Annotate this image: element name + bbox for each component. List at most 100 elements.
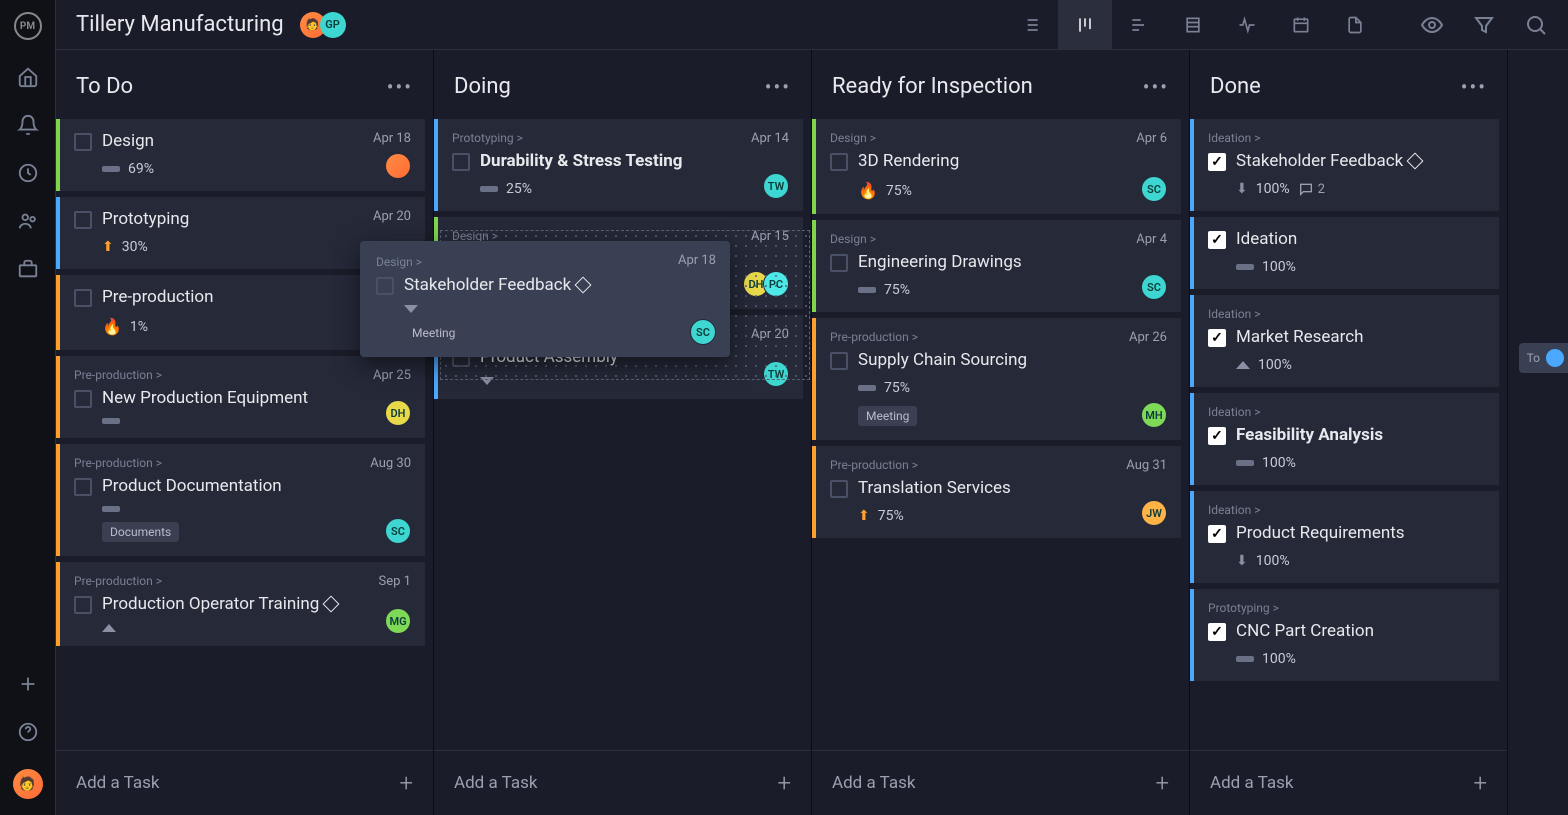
card-title: Supply Chain Sourcing [858, 350, 1027, 370]
add-task-button[interactable]: Add a Task + [56, 750, 433, 815]
task-card[interactable]: Pre-production > Supply Chain Sourcing A… [812, 318, 1181, 440]
card-checkbox[interactable] [830, 352, 848, 370]
card-title: Translation Services [858, 478, 1011, 498]
assignee-avatar[interactable]: JW [1141, 500, 1167, 526]
gantt-view-icon[interactable] [1112, 0, 1166, 50]
card-checkbox[interactable] [74, 211, 92, 229]
task-card[interactable]: Design > 3D Rendering Apr 6 🔥75% SC [812, 119, 1181, 214]
priority-flame-icon: 🔥 [102, 317, 122, 336]
card-breadcrumb: Pre-production > [74, 456, 411, 470]
card-checkbox[interactable] [1208, 329, 1226, 347]
task-card[interactable]: Design Apr 18 69% [56, 119, 425, 191]
card-checkbox[interactable] [74, 133, 92, 151]
column: To Do ••• Design Apr 18 69% Prototyping … [56, 50, 434, 815]
card-breadcrumb: Pre-production > [830, 458, 1167, 472]
card-breadcrumb: Pre-production > [830, 330, 1167, 344]
assignee-avatar[interactable]: MG [385, 608, 411, 634]
home-icon[interactable] [17, 66, 39, 88]
card-breadcrumb: Ideation > [1208, 503, 1485, 517]
priority-bar-icon [480, 186, 498, 192]
priority-up-icon: ⬆ [102, 239, 114, 255]
assignee-avatar[interactable]: SC [1141, 274, 1167, 300]
card-checkbox[interactable] [74, 289, 92, 307]
add-task-button[interactable]: Add a Task + [1190, 750, 1507, 815]
add-task-button[interactable]: Add a Task + [434, 750, 811, 815]
card-percent: 100% [1258, 357, 1292, 373]
card-title: Feasibility Analysis [1236, 425, 1383, 445]
file-view-icon[interactable] [1328, 0, 1382, 50]
side-drawer-tab[interactable]: To [1519, 343, 1568, 373]
left-sidebar: PM 🧑 [0, 0, 56, 815]
card-checkbox[interactable] [830, 153, 848, 171]
briefcase-icon[interactable] [17, 258, 39, 280]
list-view-icon[interactable] [1004, 0, 1058, 50]
assignee-avatar[interactable]: SC [1141, 176, 1167, 202]
card-checkbox[interactable] [1208, 525, 1226, 543]
task-card[interactable]: Pre-production > Production Operator Tra… [56, 562, 425, 646]
task-card[interactable]: Pre-production > Product Documentation A… [56, 444, 425, 556]
milestone-diamond-icon [1407, 152, 1424, 169]
filter-icon[interactable] [1472, 0, 1496, 50]
card-checkbox[interactable] [74, 596, 92, 614]
card-title: Stakeholder Feedback [404, 275, 589, 295]
board-view-icon[interactable] [1058, 0, 1112, 50]
activity-view-icon[interactable] [1220, 0, 1274, 50]
card-checkbox[interactable] [1208, 427, 1226, 445]
task-card[interactable]: Prototyping > CNC Part Creation 100% [1190, 589, 1499, 681]
help-icon[interactable] [17, 721, 39, 743]
card-date: Apr 6 [1136, 131, 1167, 146]
app-logo-icon[interactable]: PM [14, 12, 42, 40]
add-task-button[interactable]: Add a Task + [812, 750, 1189, 815]
clock-icon[interactable] [17, 162, 39, 184]
task-card[interactable]: Ideation > Market Research 100% [1190, 295, 1499, 387]
add-task-label: Add a Task [454, 773, 537, 793]
assignee-avatar[interactable]: MH [1141, 402, 1167, 428]
column: Doing ••• Prototyping > Durability & Str… [434, 50, 812, 815]
column-menu-icon[interactable]: ••• [765, 75, 791, 99]
assignee-avatar[interactable]: TW [763, 173, 789, 199]
card-checkbox[interactable] [1208, 623, 1226, 641]
calendar-view-icon[interactable] [1274, 0, 1328, 50]
add-task-label: Add a Task [76, 773, 159, 793]
assignee-avatar[interactable]: SC [690, 319, 716, 345]
bell-icon[interactable] [17, 114, 39, 136]
card-checkbox[interactable] [1208, 153, 1226, 171]
task-card[interactable]: Pre-production > New Production Equipmen… [56, 356, 425, 438]
card-checkbox[interactable] [452, 153, 470, 171]
task-card[interactable]: Prototyping > Durability & Stress Testin… [434, 119, 803, 211]
assignee-avatar[interactable]: SC [385, 518, 411, 544]
profile-avatar[interactable]: 🧑 [13, 769, 43, 799]
card-date: Apr 14 [751, 131, 789, 146]
task-card[interactable]: Ideation > Product Requirements ⬇100% [1190, 491, 1499, 583]
task-card[interactable]: Design > Engineering Drawings Apr 4 75% … [812, 220, 1181, 312]
eye-icon[interactable] [1420, 0, 1444, 50]
card-checkbox[interactable] [74, 390, 92, 408]
column-menu-icon[interactable]: ••• [387, 75, 413, 99]
column-menu-icon[interactable]: ••• [1461, 75, 1487, 99]
column-menu-icon[interactable]: ••• [1143, 75, 1169, 99]
plus-icon: + [1473, 769, 1487, 797]
card-date: Apr 18 [373, 131, 411, 146]
comment-count[interactable]: 2 [1298, 181, 1325, 197]
sheet-view-icon[interactable] [1166, 0, 1220, 50]
card-checkbox[interactable] [74, 478, 92, 496]
dragging-card[interactable]: Design > Stakeholder Feedback Apr 18 Mee… [360, 241, 730, 357]
task-card[interactable]: Ideation > Stakeholder Feedback ⬇100%2 [1190, 119, 1499, 211]
add-icon[interactable] [17, 673, 39, 695]
card-checkbox[interactable] [1208, 231, 1226, 249]
task-card[interactable]: Pre-production > Translation Services Au… [812, 446, 1181, 538]
assignee-avatar[interactable] [385, 153, 411, 179]
task-card[interactable]: Ideation > Feasibility Analysis 100% [1190, 393, 1499, 485]
team-icon[interactable] [17, 210, 39, 232]
assignee-avatar[interactable]: DH [385, 400, 411, 426]
task-card[interactable]: Ideation 100% [1190, 217, 1499, 289]
card-checkbox[interactable] [376, 277, 394, 295]
plus-icon: + [1155, 769, 1169, 797]
card-checkbox[interactable] [830, 254, 848, 272]
search-icon[interactable] [1524, 0, 1548, 50]
card-title: New Production Equipment [102, 388, 308, 408]
card-tag: Meeting [404, 323, 463, 343]
project-members[interactable]: 🧑 GP [306, 12, 346, 38]
card-checkbox[interactable] [830, 480, 848, 498]
member-avatar[interactable]: GP [320, 12, 346, 38]
